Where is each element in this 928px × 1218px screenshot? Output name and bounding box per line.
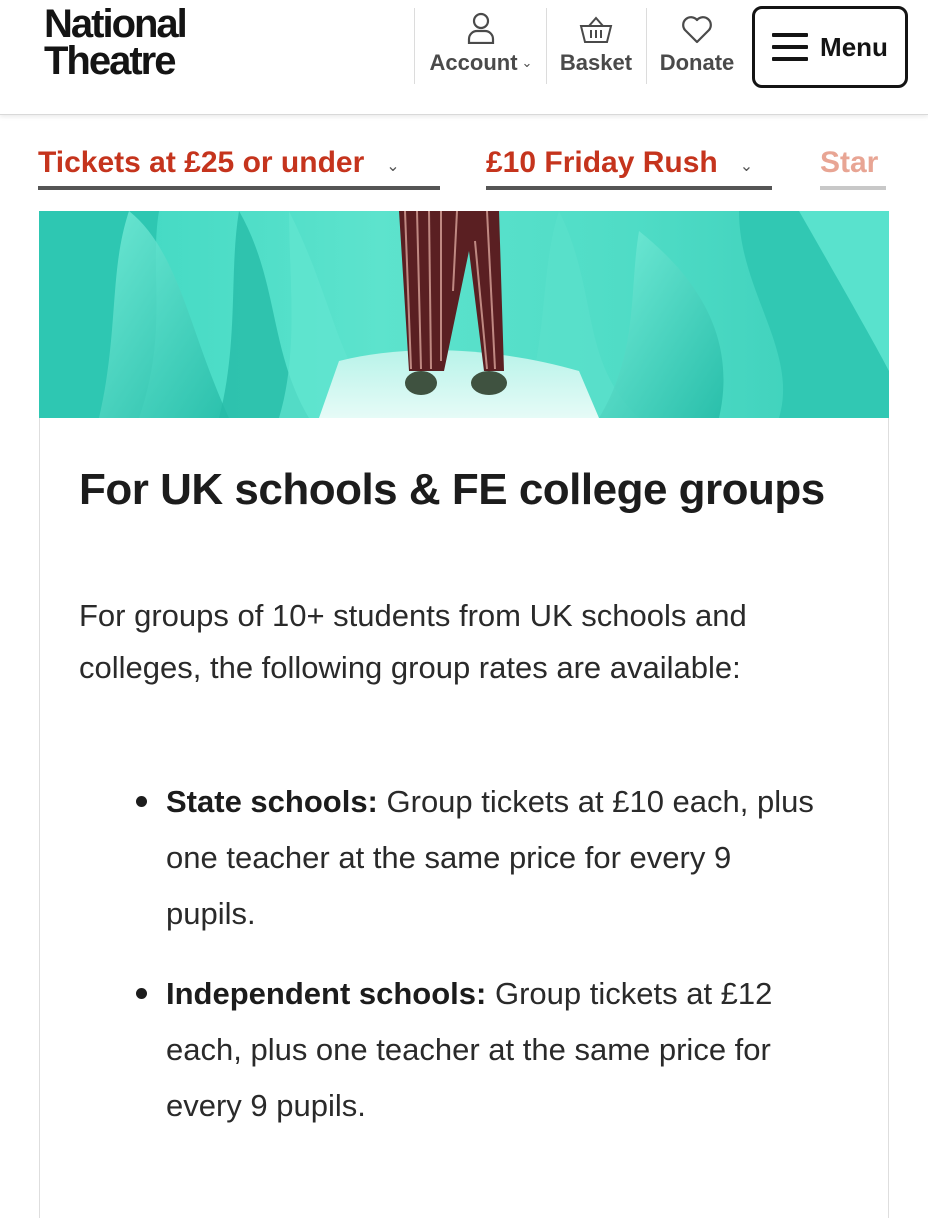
rate-label: Independent schools: [166,976,487,1011]
schools-groups-card: For UK schools & FE college groups For g… [39,418,889,1218]
group-rates-list: State schools: Group tickets at £10 each… [120,774,820,1158]
chevron-down-icon: ⌄ [739,158,754,175]
site-header: National Theatre Account ⌄ Basket Donate [0,0,928,115]
hero-image [39,211,889,418]
donate-button[interactable]: Donate [648,8,746,84]
list-item: State schools: Group tickets at £10 each… [120,774,820,942]
account-button[interactable]: Account ⌄ [418,8,544,84]
donate-label: Donate [659,50,735,75]
nav-divider [646,8,647,84]
logo-line-1: National [44,2,188,46]
nav-divider [414,8,415,84]
hamburger-icon [772,33,809,61]
heart-icon [682,16,712,44]
logo-line-2: Theatre [44,39,176,83]
subnav-item-star[interactable]: Star [820,146,886,190]
subnav-item-label: Star [820,146,879,179]
account-icon [467,12,495,44]
basket-label: Basket [559,50,633,75]
section-heading: For UK schools & FE college groups [79,465,825,514]
menu-button[interactable]: Menu [752,6,908,88]
subnav-item-tickets-under-25[interactable]: Tickets at £25 or under ⌄ [38,146,440,190]
national-theatre-logo[interactable]: National Theatre [44,2,188,83]
subnav-item-label: Tickets at £25 or under [38,146,365,179]
basket-button[interactable]: Basket [548,8,644,84]
hero-illustration [39,211,889,418]
chevron-down-icon: ⌄ [386,158,400,175]
subnav-item-friday-rush[interactable]: £10 Friday Rush ⌄ [486,146,772,190]
nav-divider [546,8,547,84]
offers-subnav: Tickets at £25 or under ⌄ £10 Friday Rus… [0,116,928,210]
section-intro: For groups of 10+ students from UK schoo… [79,598,747,685]
list-item: Independent schools: Group tickets at £1… [120,966,820,1134]
rate-label: State schools: [166,784,378,819]
basket-icon [579,16,613,43]
account-label: Account [429,50,518,75]
menu-label: Menu [820,31,888,62]
chevron-down-icon: ⌄ [521,55,533,70]
subnav-item-label: £10 Friday Rush [486,146,718,179]
